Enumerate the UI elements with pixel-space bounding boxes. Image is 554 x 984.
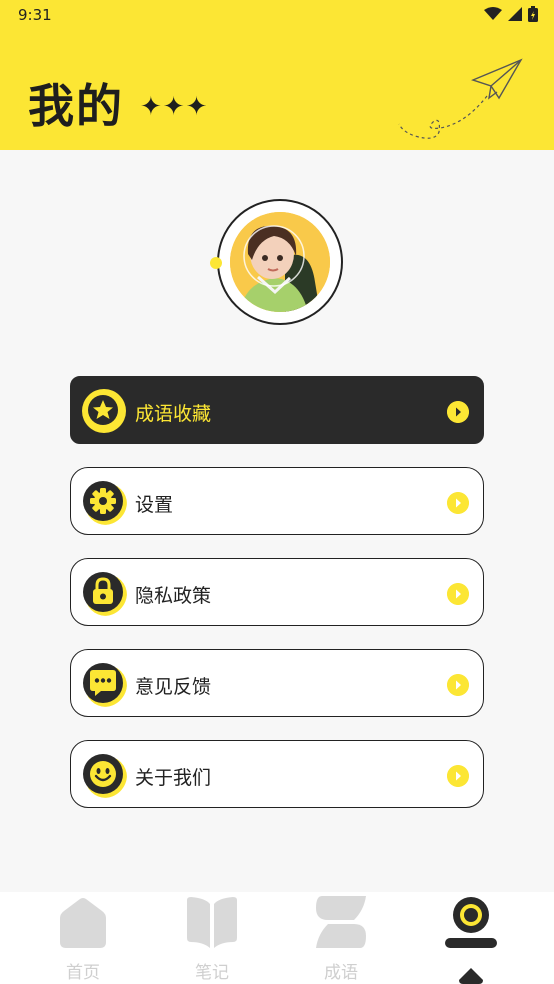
wifi-icon [484,7,502,20]
chevron-right-icon [447,765,469,787]
status-bar: 9:31 [0,0,554,30]
tab-label: 首页 [66,963,100,983]
status-time: 9:31 [18,6,52,24]
avatar[interactable] [230,212,330,312]
chevron-right-icon [447,492,469,514]
menu-item-label: 成语收藏 [135,403,212,425]
menu-item-label: 关于我们 [135,767,212,789]
tab-idioms[interactable]: 成语 [272,892,410,984]
profile-icon [445,897,497,948]
sparkle-stars-icon: ✦✦✦ [140,92,209,122]
gear-icon [83,481,127,525]
menu-item-feedback[interactable]: 意见反馈 [70,649,484,717]
menu-item-settings[interactable]: 设置 [70,467,484,535]
bottom-tab-bar: 首页 笔记 成语 [0,892,554,984]
menu-item-privacy[interactable]: 隐私政策 [70,558,484,626]
tab-home[interactable]: 首页 [14,892,152,984]
page-header: 我的 ✦✦✦ [0,30,554,150]
home-icon [60,898,106,948]
book-icon [187,897,237,948]
menu-item-favorites[interactable]: 成语收藏 [70,376,484,444]
signal-icon [508,7,522,21]
lock-icon [83,572,127,616]
idiom-icon [316,896,366,948]
chat-bubble-icon [83,663,127,707]
menu-item-label: 隐私政策 [135,585,212,607]
star-badge-icon [82,389,126,433]
tab-profile[interactable] [401,892,539,984]
smiley-icon [83,754,127,798]
tab-label: 笔记 [195,963,229,983]
chevron-right-icon [447,674,469,696]
active-indicator-icon [459,968,483,984]
paper-plane-icon [398,58,523,139]
status-icons [484,6,538,22]
tab-notes[interactable]: 笔记 [143,892,281,984]
avatar-image [230,212,330,312]
chevron-right-icon [447,401,469,423]
menu-item-label: 设置 [135,494,174,516]
battery-icon [528,6,538,22]
chevron-right-icon [447,583,469,605]
menu-item-about[interactable]: 关于我们 [70,740,484,808]
avatar-decor-dot [210,257,222,269]
tab-label: 成语 [324,963,358,983]
menu-item-label: 意见反馈 [135,676,212,698]
page-title: 我的 [28,79,124,133]
